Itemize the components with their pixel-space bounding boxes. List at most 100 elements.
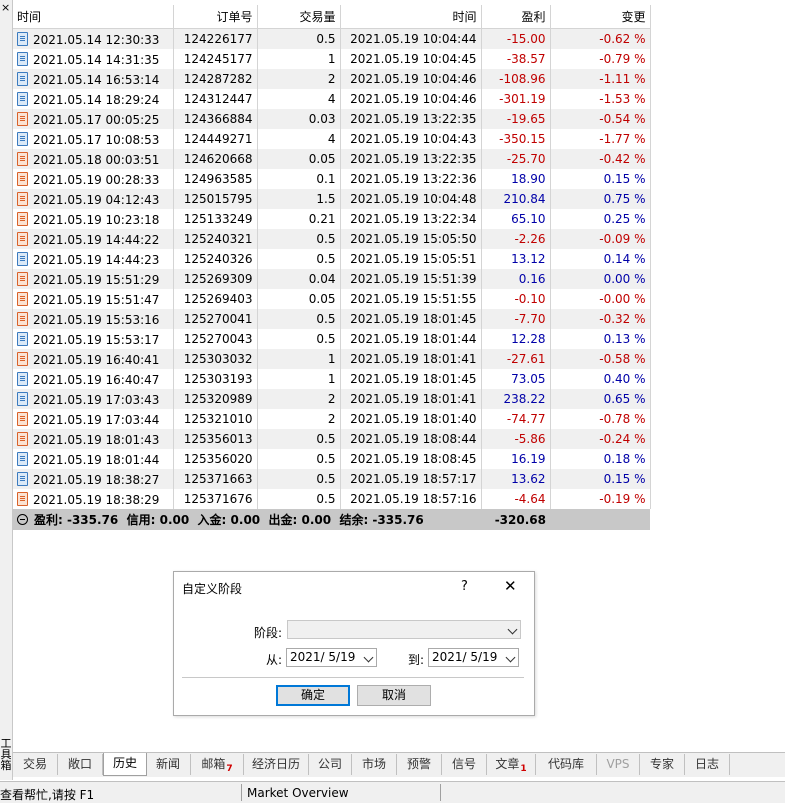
table-row[interactable]: 2021.05.19 15:53:17 125270043 0.5 2021.05.1… [13,329,651,349]
cell-volume: 2 [257,389,341,409]
cell-order: 125269403 [173,289,258,309]
tab-4[interactable]: 邮箱7 [191,754,244,775]
table-row[interactable]: 2021.05.19 18:38:27 125371663 0.5 2021.05.1… [13,469,651,489]
table-row[interactable]: 2021.05.17 00:05:25 124366884 0.03 2021.05.… [13,109,651,129]
cell-order: 124245177 [173,49,258,69]
custom-period-dialog: 自定义阶段 ? ✕ 阶段: 从: 2021/ 5/19 到: 2021/ 5/1… [173,571,535,716]
table-row[interactable]: 2021.05.19 15:51:47 125269403 0.05 2021.05.… [13,289,651,309]
to-date-picker[interactable]: 2021/ 5/19 [428,648,519,667]
table-row[interactable]: 2021.05.19 15:51:29 125269309 0.04 2021.05.… [13,269,651,289]
cell-profit: -5.86 [481,429,551,449]
toolbox-side-panel: × 工具箱 [0,0,13,780]
dialog-close-icon[interactable]: ✕ [504,577,517,595]
cell-time: 2021.05.19 18:38:27 [13,469,174,489]
table-row[interactable]: 2021.05.19 16:40:47 125303193 1 2021.05.19 … [13,369,651,389]
time-value: 2021.05.19 15:51:29 [33,272,160,287]
tab-5[interactable]: 经济日历 [244,754,309,775]
cancel-button[interactable]: 取消 [357,685,431,706]
cell-change: -0.79 % [550,49,651,69]
cell-change: 0.65 % [550,389,651,409]
cell-change: -0.62 % [550,28,651,49]
cell-change: 0.25 % [550,209,651,229]
col-header-order[interactable]: 订单号 [173,5,258,29]
summary-cell: 盈利: -335.76 信用: 0.00 入金: 0.00 出金: 0.00 结… [13,509,481,530]
table-row[interactable]: 2021.05.19 04:12:43 125015795 1.5 2021.05.1… [13,189,651,209]
cell-time: 2021.05.19 15:51:29 [13,269,174,289]
cell-volume: 0.03 [257,109,341,129]
time-value: 2021.05.19 17:03:44 [33,412,160,427]
time-value: 2021.05.19 10:23:18 [33,212,160,227]
cell-order: 124620668 [173,149,258,169]
table-row[interactable]: 2021.05.19 00:28:33 124963585 0.1 2021.05.1… [13,169,651,189]
cell-time: 2021.05.14 12:30:33 [13,28,174,49]
tab-12[interactable]: VPS [597,754,640,775]
table-row[interactable]: 2021.05.18 00:03:51 124620668 0.05 2021.05.… [13,149,651,169]
tab-13[interactable]: 专家 [640,754,685,775]
cell-time: 2021.05.19 14:44:22 [13,229,174,249]
table-row[interactable]: 2021.05.19 17:03:44 125321010 2 2021.05.19 … [13,409,651,429]
dialog-title: 自定义阶段 [182,582,243,596]
table-row[interactable]: 2021.05.19 14:44:23 125240326 0.5 2021.05.1… [13,249,651,269]
cell-order: 124963585 [173,169,258,189]
status-market-overview[interactable]: Market Overview [247,786,349,800]
cell-profit: -108.96 [481,69,551,89]
tab-11[interactable]: 代码库 [536,754,597,775]
cell-change: 0.40 % [550,369,651,389]
from-date-picker[interactable]: 2021/ 5/19 [286,648,377,667]
period-select[interactable] [287,620,521,639]
cell-order: 124226177 [173,28,258,49]
table-row[interactable]: 2021.05.19 18:38:29 125371676 0.5 2021.05.1… [13,489,651,509]
table-row[interactable]: 2021.05.19 16:40:41 125303032 1 2021.05.19 … [13,349,651,369]
cell-time: 2021.05.19 04:12:43 [13,189,174,209]
table-row[interactable]: 2021.05.14 18:29:24 124312447 4 2021.05.19 … [13,89,651,109]
tab-2[interactable]: 历史 [103,753,147,776]
table-row[interactable]: 2021.05.17 10:08:53 124449271 4 2021.05.19 … [13,129,651,149]
collapse-minus-icon[interactable] [17,514,28,525]
cell-profit: 13.12 [481,249,551,269]
summary-total: -320.68 [481,509,550,530]
cell-profit: -74.77 [481,409,551,429]
ok-button[interactable]: 确定 [276,685,350,706]
cell-profit: 16.19 [481,449,551,469]
table-row[interactable]: 2021.05.19 10:23:18 125133249 0.21 2021.05.… [13,209,651,229]
cell-volume: 1.5 [257,189,341,209]
tab-6[interactable]: 公司 [309,754,352,775]
tab-9[interactable]: 信号 [442,754,487,775]
time-value: 2021.05.14 16:53:14 [33,72,160,87]
tab-0[interactable]: 交易 [13,754,58,775]
col-header-profit[interactable]: 盈利 [481,5,551,29]
col-header-close-time[interactable]: 时间 [340,5,482,29]
tab-label: 历史 [112,756,137,770]
cell-change: 0.15 % [550,469,651,489]
cell-close-time: 2021.05.19 10:04:45 [340,49,482,69]
close-icon[interactable]: × [1,2,10,14]
tab-14[interactable]: 日志 [685,754,730,775]
tab-10[interactable]: 文章1 [487,754,536,775]
tab-7[interactable]: 市场 [352,754,397,775]
col-header-time[interactable]: 时间 [13,5,174,29]
col-header-change[interactable]: 变更 [550,5,651,29]
buy-deal-icon [17,251,28,266]
table-row[interactable]: 2021.05.14 12:30:33 124226177 0.5 2021.05.1… [13,28,651,49]
table-header: 时间 订单号 交易量 时间 盈利 变更 [13,5,651,29]
cell-time: 2021.05.19 17:03:44 [13,409,174,429]
sell-deal-icon [17,411,28,426]
time-value: 2021.05.17 00:05:25 [33,112,160,127]
help-icon[interactable]: ? [461,579,468,594]
tab-1[interactable]: 敞口 [58,754,103,775]
cell-change: -0.09 % [550,229,651,249]
tab-badge: 7 [226,764,233,774]
cell-change: -0.00 % [550,289,651,309]
table-row[interactable]: 2021.05.19 17:03:43 125320989 2 2021.05.19 … [13,389,651,409]
table-row[interactable]: 2021.05.14 16:53:14 124287282 2 2021.05.19 … [13,69,651,89]
table-row[interactable]: 2021.05.19 18:01:44 125356020 0.5 2021.05.1… [13,449,651,469]
table-row[interactable]: 2021.05.19 14:44:22 125240321 0.5 2021.05.1… [13,229,651,249]
table-row[interactable]: 2021.05.19 18:01:43 125356013 0.5 2021.05.1… [13,429,651,449]
col-header-volume[interactable]: 交易量 [257,5,341,29]
table-row[interactable]: 2021.05.19 15:53:16 125270041 0.5 2021.05.1… [13,309,651,329]
tab-3[interactable]: 新闻 [146,754,191,775]
table-row[interactable]: 2021.05.14 14:31:35 124245177 1 2021.05.19 … [13,49,651,69]
tab-8[interactable]: 预警 [397,754,442,775]
buy-deal-icon [17,451,28,466]
cell-order: 125356020 [173,449,258,469]
